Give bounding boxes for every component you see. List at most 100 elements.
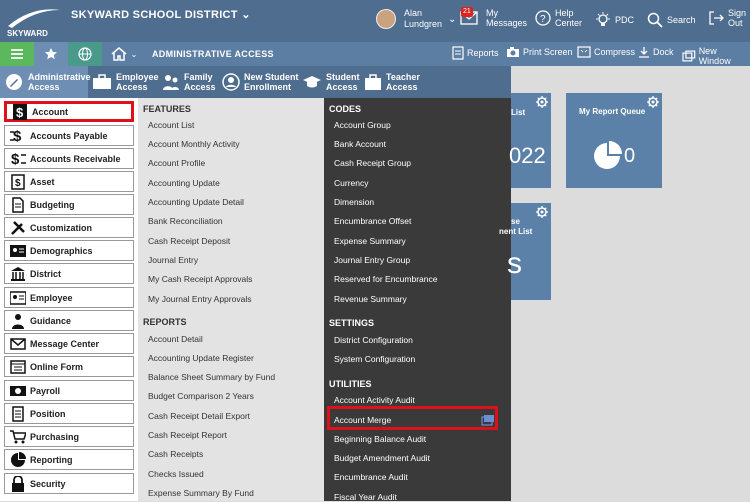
menu-link[interactable]: Journal Entry	[148, 255, 198, 265]
settings-heading: SETTINGS	[329, 318, 375, 328]
menu-link[interactable]: Expense Summary	[334, 236, 406, 246]
menu-link[interactable]: Expense Summary By Fund	[148, 488, 254, 498]
sidebar-item-accounts-receivable[interactable]: $ Accounts Receivable	[4, 148, 134, 169]
sidebar-item-demographics[interactable]: Demographics	[4, 240, 134, 261]
print-screen-button[interactable]: Print Screen	[506, 46, 573, 58]
module-family-access[interactable]: Family Access	[162, 66, 222, 98]
menu-link[interactable]: Reserved for Encumbrance	[334, 274, 437, 284]
menu-link[interactable]: Account Group	[334, 120, 391, 130]
menu-link[interactable]: Currency	[334, 178, 368, 188]
sidebar-item-message-center[interactable]: Message Center	[4, 333, 134, 354]
menu-link[interactable]: Encumbrance Audit	[334, 472, 408, 482]
menu-link[interactable]: Balance Sheet Summary by Fund	[148, 372, 275, 382]
sidebar-item-customization[interactable]: Customization	[4, 217, 134, 238]
gear-icon[interactable]	[536, 206, 548, 218]
skyward-logo[interactable]: SKYWARD	[4, 4, 62, 38]
chevron-down-icon: ⌄	[241, 9, 251, 21]
menu-link[interactable]: Bank Reconciliation	[148, 216, 223, 226]
gear-icon[interactable]	[536, 96, 548, 108]
tile-title: List	[511, 108, 526, 117]
sidebar-item-asset[interactable]: $ Asset	[4, 171, 134, 192]
help-center-button[interactable]: ? Help Center	[535, 8, 585, 28]
sidebar-item-position[interactable]: Position	[4, 403, 134, 424]
menu-link[interactable]: Cash Receipt Report	[148, 430, 227, 440]
home-button[interactable]: ⌄	[104, 42, 144, 66]
dock-button[interactable]: Dock	[638, 46, 674, 58]
sidebar-item-label: Asset	[30, 176, 55, 187]
pdc-button[interactable]: PDC	[595, 12, 634, 28]
gear-icon[interactable]	[647, 96, 659, 108]
module-new-student-enrollment[interactable]: New Student Enrollment	[222, 66, 300, 98]
pdc-label: PDC	[615, 15, 635, 25]
module-administrative-access[interactable]: Administrative Access	[0, 66, 91, 98]
menu-link[interactable]: Revenue Summary	[334, 294, 407, 304]
menu-link[interactable]: My Journal Entry Approvals	[148, 294, 251, 304]
sidebar-item-label: Customization	[30, 222, 92, 233]
module-teacher-access[interactable]: Teacher Access	[364, 66, 424, 98]
reports-button[interactable]: Reports	[452, 46, 499, 60]
sidebar-item-online-form[interactable]: Online Form	[4, 356, 134, 377]
search-button[interactable]: Search	[647, 12, 696, 28]
menu-link[interactable]: District Configuration	[334, 335, 413, 345]
menu-link[interactable]: Cash Receipts	[148, 449, 203, 459]
sign-out-button[interactable]: Sign Out	[708, 8, 750, 28]
reports-label: Reports	[467, 48, 499, 58]
menu-link[interactable]: Beginning Balance Audit	[334, 434, 426, 444]
menu-link[interactable]: My Cash Receipt Approvals	[148, 274, 252, 284]
sidebar-item-payroll[interactable]: Payroll	[4, 380, 134, 401]
dashboard-tile-report-queue[interactable]: My Report Queue 0	[566, 93, 662, 188]
menu-link[interactable]: Cash Receipt Deposit	[148, 236, 230, 246]
tile-value: 022	[509, 143, 546, 168]
menu-link[interactable]: Journal Entry Group	[334, 255, 410, 265]
pie-chart-icon	[10, 451, 26, 468]
menu-link[interactable]: Cash Receipt Group	[334, 158, 411, 168]
sidebar-item-employee[interactable]: Employee	[4, 287, 134, 308]
user-menu[interactable]: Alan Lundgren ⌄	[376, 8, 456, 30]
menu-link[interactable]: Account Detail	[148, 334, 203, 344]
briefcase-icon	[93, 74, 111, 89]
sidebar-item-label: District	[30, 268, 62, 279]
sidebar-item-accounts-payable[interactable]: $ Accounts Payable	[4, 125, 134, 146]
sidebar-item-district[interactable]: District	[4, 263, 134, 284]
cart-icon	[10, 429, 26, 445]
global-button[interactable]	[68, 42, 102, 66]
menu-link[interactable]: Bank Account	[334, 139, 386, 149]
menu-link[interactable]: Dimension	[334, 197, 374, 207]
module-student-access[interactable]: Student Access	[302, 66, 362, 98]
menu-link[interactable]: Accounting Update Register	[148, 353, 254, 363]
dashboard-tile[interactable]: se nent List s	[499, 203, 551, 300]
menu-link[interactable]: Budget Comparison 2 Years	[148, 391, 254, 401]
dashboard-tile[interactable]: List 022	[509, 93, 551, 188]
messages-button[interactable]: 21 My Messages	[460, 7, 528, 28]
sidebar-item-reporting[interactable]: Reporting	[4, 449, 134, 470]
sidebar-item-label: Reporting	[30, 454, 73, 465]
sidebar-item-budgeting[interactable]: Budgeting	[4, 194, 134, 215]
sidebar-item-account[interactable]: $ Account	[4, 101, 134, 122]
menu-link[interactable]: Cash Receipt Detail Export	[148, 411, 250, 421]
module-label-line2: Access	[116, 82, 148, 92]
menu-link[interactable]: Budget Amendment Audit	[334, 453, 430, 463]
favorites-button[interactable]	[34, 42, 68, 66]
menu-link[interactable]: Account List	[148, 120, 194, 130]
messages-label: My Messages	[486, 8, 528, 28]
menu-link[interactable]: Account Profile	[148, 158, 205, 168]
sidebar-item-purchasing[interactable]: Purchasing	[4, 426, 134, 447]
menu-button[interactable]	[0, 42, 34, 66]
compress-button[interactable]: Compress	[577, 46, 635, 58]
sidebar: $ Account $ Accounts Payable $ Accounts Rec…	[0, 98, 138, 501]
module-label-line2: Enrollment	[244, 82, 292, 92]
district-selector[interactable]: SKYWARD SCHOOL DISTRICT ⌄	[71, 8, 251, 21]
module-employee-access[interactable]: Employee Access	[92, 66, 162, 98]
chevron-down-icon: ⌄	[448, 13, 457, 25]
menu-link[interactable]: Accounting Update	[148, 178, 220, 188]
menu-link[interactable]: Encumbrance Offset	[334, 216, 411, 226]
menu-link[interactable]: Account Activity Audit	[334, 395, 415, 405]
menu-link[interactable]: System Configuration	[334, 354, 415, 364]
menu-link[interactable]: Checks Issued	[148, 469, 204, 479]
menu-link[interactable]: Account Monthly Activity	[148, 139, 240, 149]
menu-link[interactable]: Accounting Update Detail	[148, 197, 244, 207]
sidebar-item-guidance[interactable]: Guidance	[4, 310, 134, 331]
new-window-button[interactable]: New Window	[682, 46, 750, 66]
sidebar-item-security[interactable]: Security	[4, 473, 134, 494]
sidebar-item-label: Accounts Receivable	[30, 153, 121, 164]
